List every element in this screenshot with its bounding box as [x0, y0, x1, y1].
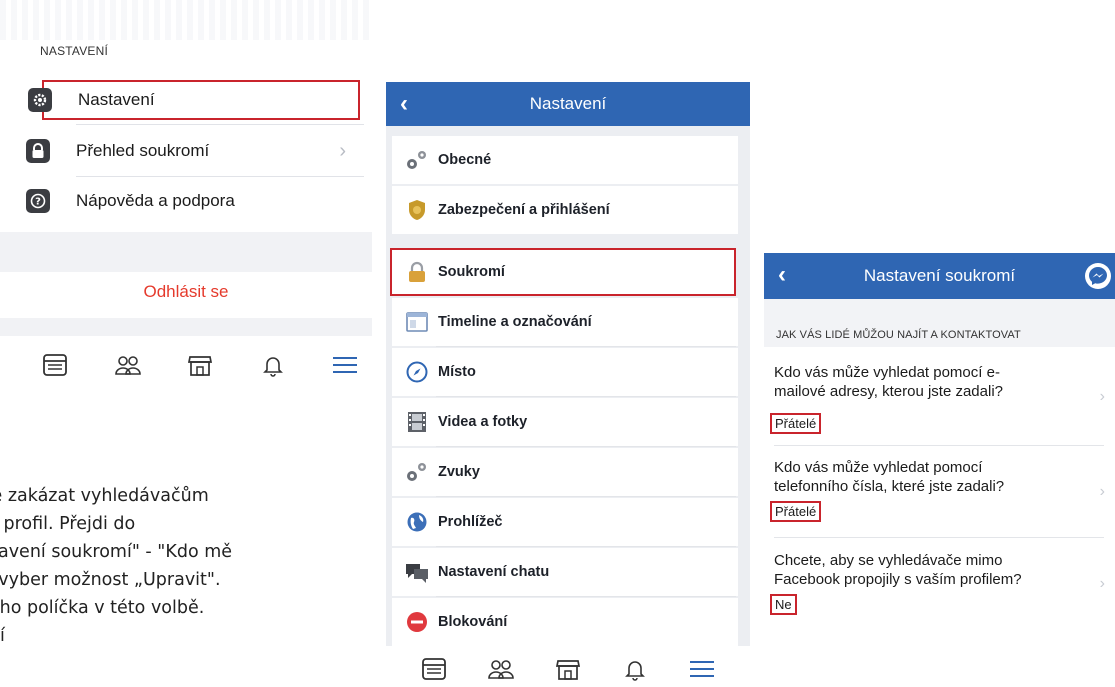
settings-item-label: Nastavení chatu [438, 564, 550, 580]
menu-icon[interactable] [330, 350, 360, 380]
chevron-right-icon: › [1099, 483, 1105, 500]
notifications-icon[interactable] [258, 350, 288, 380]
chevron-right-icon: › [1099, 575, 1105, 592]
padlock-icon [404, 259, 430, 285]
back-arrow-icon[interactable]: ‹ [778, 261, 786, 289]
logout-button[interactable]: Odhlásit se [0, 282, 372, 302]
settings-item-label: Zabezpečení a přihlášení [438, 202, 610, 218]
settings-item-label: Obecné [438, 152, 492, 168]
settings-screen: ‹ Nastavení Obecné Zabezpečení a přihláš… [386, 82, 750, 687]
menu-item-privacy-overview[interactable]: Přehled soukromí › [24, 130, 364, 172]
divider [774, 537, 1104, 538]
settings-item-label: Zvuky [438, 464, 480, 480]
news-feed-icon[interactable] [40, 350, 70, 380]
back-arrow-icon[interactable]: ‹ [400, 90, 408, 118]
divider [436, 496, 736, 497]
svg-text:?: ? [35, 197, 41, 208]
settings-item-privacy[interactable]: Soukromí [390, 248, 736, 296]
notifications-icon[interactable] [620, 654, 650, 684]
chat-icon [404, 559, 430, 585]
marketplace-icon[interactable] [185, 350, 215, 380]
divider [436, 596, 736, 597]
timeline-icon [404, 309, 430, 335]
compass-icon [404, 359, 430, 385]
settings-item-chat[interactable]: Nastavení chatu [392, 548, 738, 596]
settings-item-label: Soukromí [438, 264, 505, 280]
question-text: Kdo vás může vyhledat pomocí e- mailové … [774, 364, 1003, 400]
instruction-line: ůj profil. Přejdi do [0, 514, 136, 534]
question-text: Kdo vás může vyhledat pomocí telefonního… [774, 459, 1005, 495]
globe-icon [404, 509, 430, 535]
menu-icon[interactable] [687, 654, 717, 684]
divider [76, 176, 364, 177]
messenger-icon[interactable] [1085, 263, 1111, 289]
answer-value: Přátelé [770, 501, 822, 522]
header-bar: ‹ Nastavení [386, 82, 750, 126]
marketplace-icon[interactable] [553, 654, 583, 684]
bottom-tab-bar [386, 650, 750, 687]
divider [436, 396, 736, 397]
settings-item-timeline[interactable]: Timeline a označování [392, 298, 738, 346]
divider [436, 546, 736, 547]
instruction-line: ké zakázat vyhledávačům [0, 486, 209, 506]
settings-item-label: Místo [438, 364, 476, 380]
answer-value: Ne [770, 594, 797, 615]
instruction-text: ké zakázat vyhledávačům ůj profil. Přejd… [0, 482, 372, 650]
lock-icon [26, 139, 50, 163]
menu-item-label: Nastavení [78, 90, 155, 109]
instruction-line: tého políčka v této volbě. [0, 598, 205, 618]
divider [774, 445, 1104, 446]
settings-item-general[interactable]: Obecné [392, 136, 738, 184]
menu-item-label: Přehled soukromí [76, 141, 210, 160]
section-gap [0, 318, 372, 336]
gear-icon [28, 88, 52, 112]
film-icon [404, 409, 430, 435]
settings-item-browser[interactable]: Prohlížeč [392, 498, 738, 546]
chevron-right-icon: › [339, 139, 346, 162]
block-icon [404, 609, 430, 635]
header-bar: ‹ Nastavení soukromí [764, 253, 1115, 299]
answer-value: Přátelé [770, 413, 822, 434]
menu-item-label: Nápověda a podpora [76, 191, 235, 210]
badge-icon [404, 197, 430, 223]
divider [436, 346, 736, 347]
settings-item-blocking[interactable]: Blokování [392, 598, 738, 646]
instruction-line: a vyber možnost „Upravit". [0, 570, 221, 590]
chevron-right-icon: › [1099, 388, 1105, 405]
news-feed-icon[interactable] [419, 654, 449, 684]
header-title: Nastavení soukromí [863, 266, 1016, 285]
settings-item-label: Prohlížeč [438, 514, 503, 530]
friends-icon[interactable] [486, 654, 516, 684]
settings-item-location[interactable]: Místo [392, 348, 738, 396]
help-icon: ? [26, 189, 50, 213]
settings-item-media[interactable]: Videa a fotky [392, 398, 738, 446]
question-text: Chcete, aby se vyhledávače mimo Facebook… [774, 552, 1022, 588]
top-blurred-area [0, 0, 372, 40]
divider [436, 446, 736, 447]
friends-icon[interactable] [113, 350, 143, 380]
section-label: NASTAVENÍ [40, 44, 109, 58]
gears-icon [404, 459, 430, 485]
menu-item-settings[interactable]: Nastavení [28, 80, 360, 120]
section-label: JAK VÁS LIDÉ MŮŽOU NAJÍT A KONTAKTOVAT [776, 329, 1021, 341]
settings-item-label: Videa a fotky [438, 414, 528, 430]
menu-item-help[interactable]: ? Nápověda a podpora [24, 180, 364, 222]
section-gap [0, 232, 372, 272]
settings-item-sounds[interactable]: Zvuky [392, 448, 738, 496]
privacy-settings-screen: ‹ Nastavení soukromí JAK VÁS LIDÉ MŮŽOU … [764, 253, 1115, 633]
gears-icon [404, 147, 430, 173]
instruction-line: stavení soukromí" - "Kdo mě [0, 542, 233, 562]
divider [76, 124, 364, 125]
main-menu-screen: NASTAVENÍ Nastavení Přehled soukromí › ?… [0, 0, 372, 400]
settings-item-label: Blokování [438, 614, 508, 630]
bottom-tab-bar [20, 345, 360, 385]
instruction-line: utí [0, 626, 5, 646]
settings-item-security[interactable]: Zabezpečení a přihlášení [392, 186, 738, 234]
header-title: Nastavení [529, 94, 607, 113]
settings-item-label: Timeline a označování [438, 314, 592, 330]
